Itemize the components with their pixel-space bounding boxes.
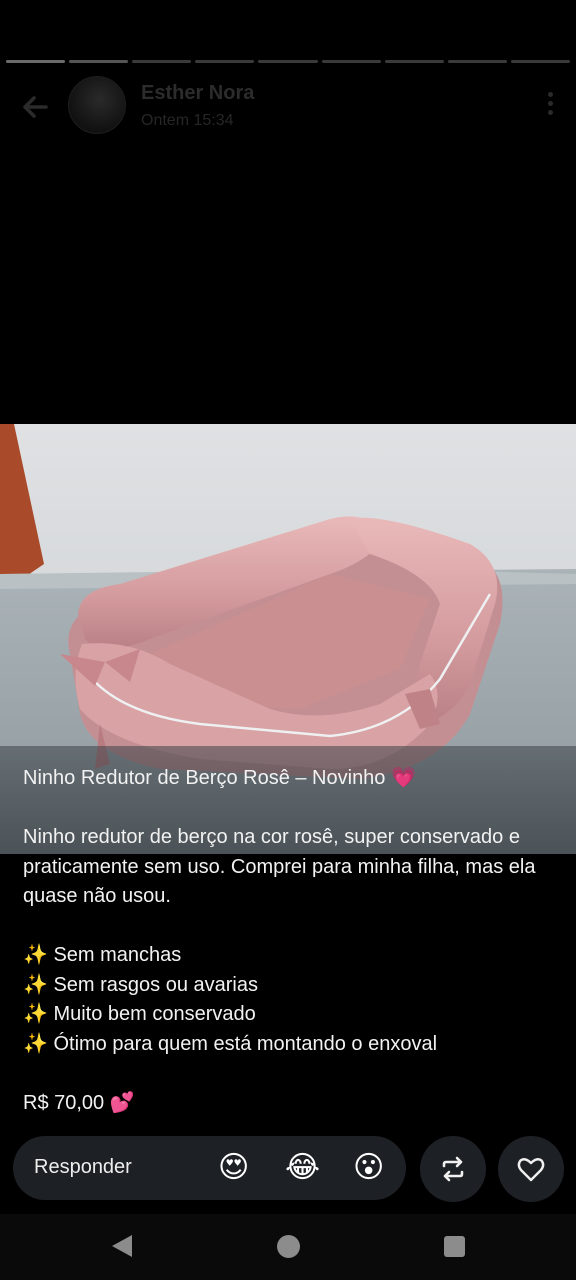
- progress-segment: [132, 60, 192, 63]
- progress-segment: [321, 60, 381, 63]
- caption-bullet: ✨ Sem rasgos ou avarias: [23, 973, 258, 996]
- progress-segment: [384, 60, 444, 63]
- more-vertical-icon[interactable]: [546, 92, 554, 120]
- heart-icon: [517, 1158, 545, 1182]
- caption-bullet: ✨ Muito bem conservado: [23, 1003, 256, 1025]
- story-header: Esther Nora Ontem 15:34: [0, 72, 576, 142]
- like-button[interactable]: [498, 1136, 564, 1202]
- reaction-laughing-icon[interactable]: 😂: [285, 1149, 320, 1187]
- nav-recents-icon[interactable]: [444, 1236, 465, 1257]
- reaction-heart-eyes-icon[interactable]: 😍: [218, 1149, 249, 1187]
- caption-price: R$ 70,00 💕: [23, 1091, 135, 1114]
- system-nav-bar: [0, 1214, 576, 1280]
- progress-segment: [447, 60, 507, 63]
- arrow-left-icon[interactable]: [18, 90, 52, 124]
- contact-name[interactable]: Esther Nora: [141, 82, 254, 105]
- repost-icon: [442, 1156, 464, 1182]
- caption-title: Ninho Redutor de Berço Rosê – Novinho 💗: [23, 767, 416, 789]
- story-caption: Ninho Redutor de Berço Rosê – Novinho 💗 …: [23, 764, 558, 1118]
- nav-back-icon[interactable]: [112, 1235, 132, 1257]
- story-timestamp: Ontem 15:34: [141, 112, 234, 129]
- nav-home-icon[interactable]: [277, 1235, 300, 1258]
- reply-placeholder: Responder: [34, 1156, 132, 1178]
- progress-segment: [258, 60, 318, 63]
- progress-segment: [195, 60, 255, 63]
- repost-button[interactable]: [420, 1136, 486, 1202]
- story-progress: [6, 60, 570, 64]
- avatar[interactable]: [68, 76, 126, 134]
- progress-segment: [6, 60, 66, 63]
- caption-bullet: ✨ Ótimo para quem está montando o enxova…: [23, 1032, 438, 1055]
- progress-segment: [69, 60, 129, 63]
- progress-segment: [510, 60, 570, 63]
- reply-input[interactable]: Responder 😍 😂 😮: [13, 1136, 406, 1200]
- caption-bullet: ✨ Sem manchas: [23, 944, 182, 966]
- caption-description: Ninho redutor de berço na cor rosê, supe…: [23, 826, 542, 907]
- reaction-surprised-icon[interactable]: 😮: [353, 1149, 384, 1187]
